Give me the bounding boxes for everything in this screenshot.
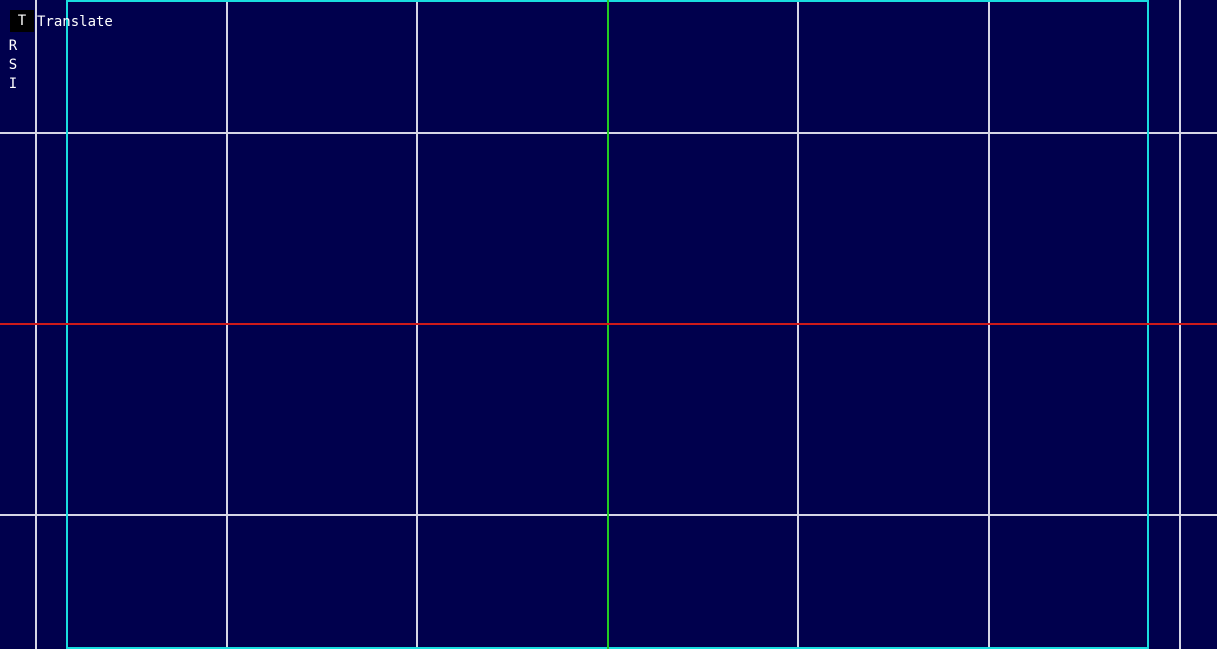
- canvas-viewport[interactable]: T Translate R S I: [0, 0, 1217, 649]
- tool-translate-button[interactable]: T: [10, 10, 34, 32]
- active-tool-label: Translate: [37, 14, 113, 30]
- grid-canvas[interactable]: [0, 0, 1217, 649]
- tool-scale-button[interactable]: S: [6, 56, 20, 74]
- tool-rotate-button[interactable]: R: [6, 37, 20, 55]
- tool-i-button[interactable]: I: [6, 75, 20, 93]
